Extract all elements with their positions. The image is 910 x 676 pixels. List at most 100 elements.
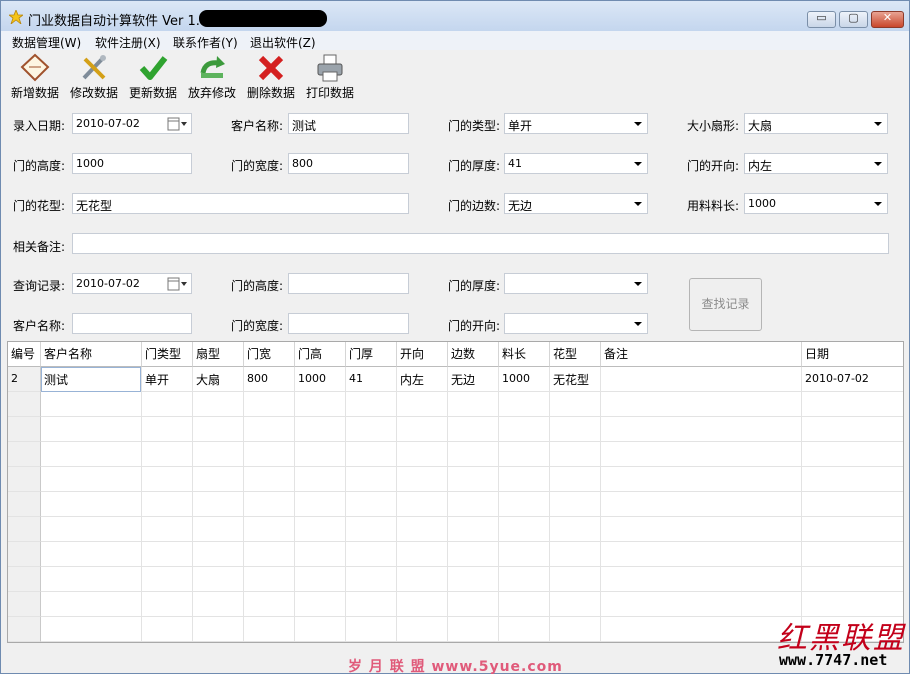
grid-cell[interactable] [346,442,397,467]
grid-cell[interactable] [193,467,244,492]
table-cell[interactable]: 1000 [296,367,347,392]
grid-cell[interactable] [295,467,346,492]
grid-cell[interactable] [601,592,802,617]
row-header-cell[interactable] [8,467,41,492]
grid-cell[interactable] [499,467,550,492]
grid-cell[interactable] [601,417,802,442]
grid-cell[interactable] [601,567,802,592]
grid-cell[interactable] [448,442,499,467]
material-length-select[interactable]: 1000 [744,193,888,214]
grid-cell[interactable] [295,567,346,592]
column-header[interactable]: 料长 [499,342,550,367]
table-cell[interactable] [602,367,803,392]
grid-cell[interactable] [802,417,903,442]
grid-cell[interactable] [142,417,193,442]
grid-cell[interactable] [499,592,550,617]
grid-cell[interactable] [346,542,397,567]
grid-cell[interactable] [448,492,499,517]
table-cell[interactable]: 大扇 [194,367,245,392]
grid-cell[interactable] [397,417,448,442]
grid-cell[interactable] [550,392,601,417]
calendar-dropdown-icon[interactable] [167,277,187,291]
grid-cell[interactable] [295,592,346,617]
grid-cell[interactable] [397,567,448,592]
column-header[interactable]: 门高 [295,342,346,367]
grid-cell[interactable] [295,442,346,467]
grid-cell[interactable] [550,567,601,592]
grid-cell[interactable] [802,492,903,517]
customer-input[interactable]: 测试 [288,113,409,134]
height-input[interactable]: 1000 [72,153,192,174]
query-opening-select[interactable] [504,313,648,334]
grid-cell[interactable] [448,567,499,592]
remarks-input[interactable] [72,233,889,254]
grid-cell[interactable] [142,542,193,567]
grid-cell[interactable] [550,517,601,542]
column-header[interactable]: 门宽 [244,342,295,367]
grid-cell[interactable] [802,442,903,467]
column-header[interactable]: 开向 [397,342,448,367]
grid-cell[interactable] [244,392,295,417]
grid-cell[interactable] [41,392,142,417]
grid-cell[interactable] [244,417,295,442]
pattern-input[interactable]: 无花型 [72,193,409,214]
grid-cell[interactable] [244,542,295,567]
grid-cell[interactable] [499,542,550,567]
grid-cell[interactable] [295,517,346,542]
grid-cell[interactable] [295,417,346,442]
grid-cell[interactable] [193,417,244,442]
grid-cell[interactable] [41,617,142,642]
grid-cell[interactable] [499,417,550,442]
edges-select[interactable]: 无边 [504,193,648,214]
close-button[interactable]: ✕ [871,11,904,28]
grid-cell[interactable] [550,467,601,492]
grid-cell[interactable] [142,567,193,592]
grid-cell[interactable] [193,492,244,517]
grid-cell[interactable] [41,567,142,592]
row-header-cell[interactable] [8,392,41,417]
table-cell[interactable]: 41 [347,367,398,392]
grid-cell[interactable] [397,392,448,417]
grid-cell[interactable] [41,492,142,517]
grid-cell[interactable] [397,542,448,567]
grid-cell[interactable] [802,542,903,567]
grid-cell[interactable] [193,592,244,617]
grid-cell[interactable] [601,392,802,417]
grid-cell[interactable] [244,517,295,542]
minimize-button[interactable]: ▭ [807,11,836,28]
grid-cell[interactable] [346,592,397,617]
column-header[interactable]: 备注 [601,342,802,367]
width-input[interactable]: 800 [288,153,409,174]
column-header[interactable]: 日期 [802,342,903,367]
grid-cell[interactable] [142,392,193,417]
grid-cell[interactable] [193,617,244,642]
grid-cell[interactable] [142,492,193,517]
menu-data-management[interactable]: 数据管理(W) [12,34,81,51]
records-grid[interactable]: 编号 客户名称 门类型 扇型 门宽 门高 门厚 开向 边数 料长 花型 备注 日期 2 测试 单开 大扇 800… [7,341,904,643]
door-type-select[interactable]: 单开 [504,113,648,134]
query-thickness-select[interactable] [504,273,648,294]
update-data-button[interactable]: 更新数据 [125,53,181,101]
grid-cell[interactable] [601,442,802,467]
grid-cell[interactable] [550,492,601,517]
grid-cell[interactable] [193,392,244,417]
menu-software-register[interactable]: 软件注册(X) [95,34,161,51]
menu-contact-author[interactable]: 联系作者(Y) [173,34,238,51]
menu-exit[interactable]: 退出软件(Z) [250,34,316,51]
query-customer-input[interactable] [72,313,192,334]
calendar-dropdown-icon[interactable] [167,117,187,131]
grid-cell[interactable] [601,517,802,542]
grid-cell[interactable] [142,517,193,542]
search-records-button[interactable]: 查找记录 [689,278,762,331]
row-header-cell[interactable] [8,517,41,542]
query-width-input[interactable] [288,313,409,334]
query-date-picker[interactable]: 2010-07-02 [72,273,192,294]
grid-cell[interactable] [448,417,499,442]
grid-cell[interactable] [193,567,244,592]
table-cell[interactable]: 800 [245,367,296,392]
grid-cell[interactable] [499,617,550,642]
grid-cell[interactable] [550,542,601,567]
grid-cell[interactable] [244,567,295,592]
grid-cell[interactable] [802,517,903,542]
thickness-select[interactable]: 41 [504,153,648,174]
